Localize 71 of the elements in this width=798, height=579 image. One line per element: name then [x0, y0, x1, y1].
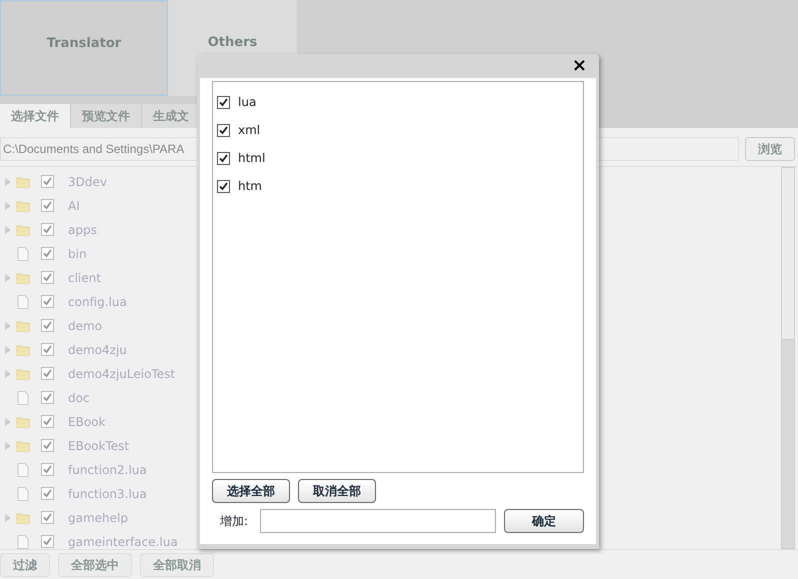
- extension-name: htm: [238, 178, 262, 195]
- checkbox[interactable]: [41, 511, 54, 524]
- file-icon: [16, 487, 30, 501]
- checkbox[interactable]: [41, 247, 54, 260]
- extension-name: xml: [238, 122, 260, 139]
- checkbox[interactable]: [41, 175, 54, 188]
- category-tab[interactable]: Translator: [0, 0, 168, 96]
- file-name: 3Ddev: [68, 174, 107, 191]
- browse-button[interactable]: 浏览: [745, 137, 795, 161]
- bottom-button[interactable]: 全部取消: [140, 552, 214, 576]
- close-button[interactable]: ×: [572, 57, 587, 75]
- checkbox[interactable]: [217, 152, 230, 164]
- file-name: gameinterface.lua: [68, 534, 178, 551]
- scrollbar[interactable]: [781, 167, 795, 549]
- file-name: gamehelp: [68, 510, 128, 527]
- tab[interactable]: 选择文件: [0, 104, 70, 128]
- folder-icon: [16, 512, 30, 524]
- checkbox[interactable]: [217, 124, 230, 136]
- extension-name: html: [238, 150, 266, 167]
- folder-icon: [16, 320, 30, 332]
- file-name: apps: [68, 222, 97, 239]
- tab[interactable]: 生成文: [141, 104, 200, 128]
- file-name: demo4zju: [68, 342, 127, 359]
- checkbox[interactable]: [41, 295, 54, 308]
- folder-icon: [16, 416, 30, 428]
- folder-icon: [16, 272, 30, 284]
- checkbox[interactable]: [41, 319, 54, 332]
- deselect-all-button[interactable]: 取消全部: [298, 479, 376, 503]
- checkbox[interactable]: [41, 199, 54, 212]
- checkbox[interactable]: [217, 180, 230, 192]
- bottom-button[interactable]: 过滤: [0, 552, 50, 576]
- file-icon: [16, 391, 30, 405]
- folder-icon: [16, 176, 30, 188]
- file-name: demo4zjuLeioTest: [68, 366, 176, 383]
- checkbox[interactable]: [41, 223, 54, 236]
- file-name: function2.lua: [68, 462, 147, 479]
- folder-icon: [16, 440, 30, 452]
- checkbox[interactable]: [217, 96, 230, 108]
- checkbox[interactable]: [41, 439, 54, 452]
- file-name: demo: [68, 318, 102, 335]
- folder-icon: [16, 344, 30, 356]
- file-name: AI: [68, 198, 80, 215]
- folder-icon: [16, 368, 30, 380]
- checkbox[interactable]: [41, 271, 54, 284]
- ok-button[interactable]: 确定: [504, 509, 584, 533]
- add-input[interactable]: [260, 509, 496, 533]
- select-all-button[interactable]: 选择全部: [212, 479, 290, 503]
- checkbox[interactable]: [41, 343, 54, 356]
- add-label: 增加:: [219, 513, 250, 530]
- checkbox[interactable]: [41, 535, 54, 548]
- file-name: EBook: [68, 414, 106, 431]
- file-icon: [16, 295, 30, 309]
- file-name: client: [68, 270, 101, 287]
- folder-icon: [16, 224, 30, 236]
- checkbox[interactable]: [41, 487, 54, 500]
- file-icon: [16, 463, 30, 477]
- file-name: function3.lua: [68, 486, 147, 503]
- file-icon: [16, 247, 30, 261]
- file-name: EBookTest: [68, 438, 130, 455]
- bottom-button[interactable]: 全部选中: [58, 552, 132, 576]
- file-name: config.lua: [68, 294, 127, 311]
- file-name: doc: [68, 390, 90, 407]
- checkbox[interactable]: [41, 415, 54, 428]
- checkbox[interactable]: [41, 367, 54, 380]
- folder-icon: [16, 200, 30, 212]
- checkbox[interactable]: [41, 391, 54, 404]
- extension-name: lua: [238, 94, 256, 111]
- file-name: bin: [68, 246, 87, 263]
- file-icon: [16, 535, 30, 549]
- checkbox[interactable]: [41, 463, 54, 476]
- tab[interactable]: 预览文件: [70, 104, 141, 128]
